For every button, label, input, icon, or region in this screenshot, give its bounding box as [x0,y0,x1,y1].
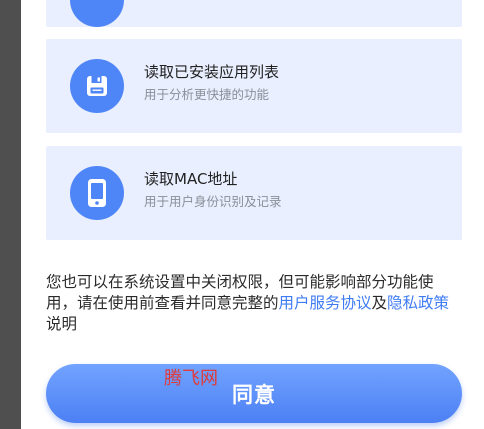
permission-notice: 您也可以在系统设置中关闭权限，但可能影响部分功能使用，请在使用前查看并同意完整的… [46,272,464,335]
permission-sheet: 读取已安装应用列表 用于分析更快捷的功能 读取MAC地址 用于用户身份识别及记录… [21,0,484,429]
permission-card-installed-apps: 读取已安装应用列表 用于分析更快捷的功能 [46,39,462,133]
phone-icon [70,166,124,220]
notice-end-text: 说明 [46,315,78,333]
agree-button[interactable]: 同意 [46,364,462,423]
permission-subtitle: 用于用户身份识别及记录 [144,194,282,209]
permission-subtitle: 用于分析更快捷的功能 [144,87,270,102]
permission-title: 读取MAC地址 [144,170,238,188]
privacy-policy-link[interactable]: 隐私政策 [387,294,449,312]
floppy-disk-icon [70,59,124,113]
permission-card-mac-address: 读取MAC地址 用于用户身份识别及记录 [46,146,462,240]
left-overlay-strip [0,0,21,429]
user-service-agreement-link[interactable]: 用户服务协议 [279,294,372,312]
permission-card-partial [46,0,462,27]
watermark: 腾飞网 [164,368,218,389]
partial-icon [70,0,124,27]
permission-title: 读取已安装应用列表 [144,63,280,81]
notice-and-text: 及 [371,294,388,312]
